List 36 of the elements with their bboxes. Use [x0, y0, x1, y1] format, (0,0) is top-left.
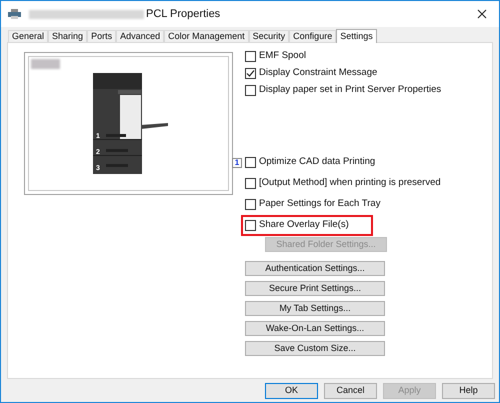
dialog-button[interactable]: OK [265, 383, 318, 399]
checkbox[interactable] [245, 85, 256, 96]
blurred-model-name [31, 59, 60, 69]
checkbox[interactable] [245, 178, 256, 189]
checkbox[interactable] [245, 220, 256, 231]
tab[interactable]: General [8, 30, 48, 42]
option-label: Share Overlay File(s) [259, 218, 349, 232]
option-label: Display Constraint Message [259, 66, 378, 80]
checkbox[interactable] [245, 68, 256, 79]
checkbox[interactable] [245, 199, 256, 210]
option-label: Paper Settings for Each Tray [259, 197, 380, 212]
settings-button[interactable]: Secure Print Settings... [245, 281, 385, 296]
settings-button[interactable]: My Tab Settings... [245, 301, 385, 316]
info-badge: 1 [232, 158, 242, 168]
settings-button[interactable]: Wake-On-Lan Settings... [245, 321, 385, 336]
tab[interactable]: Sharing [48, 30, 88, 42]
dialog-button[interactable]: Help [442, 383, 495, 399]
option-label: [Output Method] when printing is preserved [259, 176, 441, 190]
tab[interactable]: Ports [87, 30, 116, 42]
option-label: Display paper set in Print Server Properties [259, 83, 442, 98]
settings-button[interactable]: Authentication Settings... [245, 261, 385, 276]
tab[interactable]: Settings [336, 29, 377, 43]
checkmark-icon [246, 69, 255, 78]
option-label: Optimize CAD data Printing [259, 155, 376, 170]
printer-icon [8, 9, 21, 19]
tab[interactable]: Color Management [164, 30, 249, 42]
close-icon[interactable] [477, 9, 487, 19]
settings-button[interactable]: Save Custom Size... [245, 341, 385, 356]
tab[interactable]: Security [248, 30, 290, 42]
option-label: EMF Spool [259, 49, 306, 64]
dialog-button[interactable]: Cancel [324, 383, 377, 399]
tab[interactable]: Configure [289, 30, 336, 42]
window-title: PCL Properties [146, 6, 220, 22]
tab[interactable]: Advanced [116, 30, 164, 42]
checkbox[interactable] [245, 51, 256, 62]
checkbox[interactable] [245, 157, 256, 168]
